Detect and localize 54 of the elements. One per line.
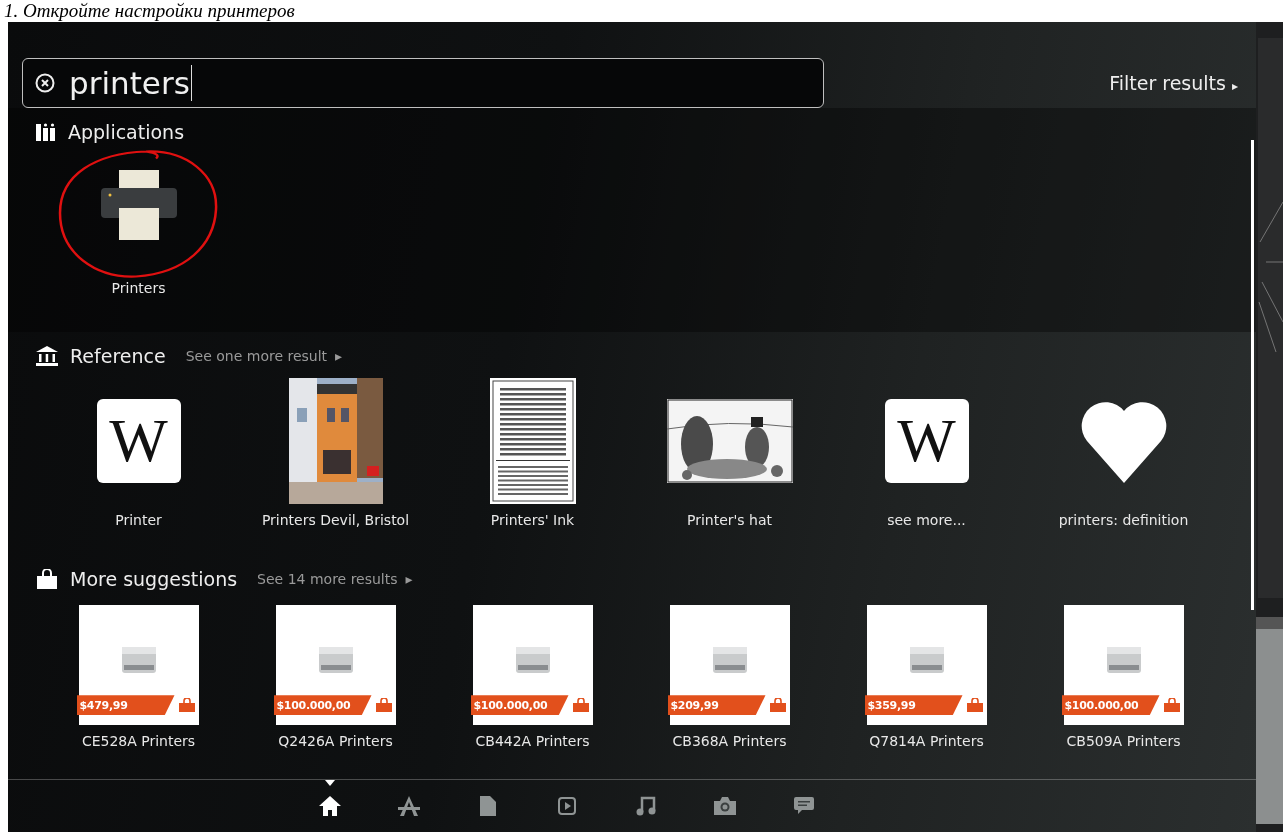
- product-label[interactable]: Q2426A Printers: [278, 733, 393, 750]
- section-title: Reference: [70, 344, 166, 367]
- home-icon: [319, 796, 341, 816]
- museum-icon: [36, 345, 58, 366]
- chat-bubble-icon: [794, 797, 814, 815]
- caption-text: 1. Откройте настройки принтеров: [4, 0, 295, 22]
- result-label[interactable]: see more...: [887, 511, 966, 528]
- product-card[interactable]: $479,99: [78, 605, 199, 726]
- product-label[interactable]: CB368A Printers: [672, 733, 787, 750]
- product-label[interactable]: CB442A Printers: [475, 733, 590, 750]
- product-label[interactable]: Q7814A Printers: [869, 733, 984, 750]
- product-label[interactable]: CE528A Printers: [81, 733, 196, 750]
- price-tag: $100.000,00: [470, 695, 569, 716]
- letter-a-icon: [398, 796, 420, 816]
- printer-icon: [100, 169, 177, 240]
- clear-icon[interactable]: [35, 72, 55, 93]
- shopping-bag-icon: [375, 698, 392, 713]
- product-card[interactable]: $100.000,00: [275, 605, 396, 726]
- shopping-bag-icon: [1163, 698, 1180, 713]
- wikipedia-logo: W: [96, 398, 181, 483]
- see-more-link[interactable]: See 14 more results ▸: [257, 571, 413, 588]
- product-card[interactable]: $209,99: [669, 605, 790, 726]
- result-label[interactable]: Printer: [115, 511, 162, 528]
- result-label[interactable]: Printer's hat: [686, 511, 773, 528]
- section-title: More suggestions: [70, 568, 238, 591]
- price-tag: $100.000,00: [273, 695, 372, 716]
- price-tag: $479,99: [76, 695, 175, 716]
- music-note-icon: [636, 796, 656, 816]
- product-card[interactable]: $100.000,00: [472, 605, 593, 726]
- wikipedia-logo: W: [884, 398, 969, 483]
- shopping-bag-icon: [966, 698, 983, 713]
- product-card[interactable]: $359,99: [866, 605, 987, 726]
- camera-icon: [714, 797, 736, 815]
- product-card[interactable]: $100.000,00: [1063, 605, 1184, 726]
- section-title: Applications: [68, 120, 185, 143]
- product-label[interactable]: CB509A Printers: [1066, 733, 1181, 750]
- shopping-bag-icon: [36, 569, 58, 590]
- result-label[interactable]: Printers Devil, Bristol: [261, 511, 410, 528]
- shopping-bag-icon: [572, 698, 589, 713]
- shopping-bag-icon: [769, 698, 786, 713]
- search-field[interactable]: printers: [22, 57, 824, 108]
- filter-results-link[interactable]: Filter results ▸: [1109, 71, 1238, 94]
- books-icon: [36, 122, 56, 141]
- price-tag: $209,99: [667, 695, 766, 716]
- search-text[interactable]: printers: [69, 64, 192, 101]
- shopping-bag-icon: [178, 698, 195, 713]
- file-icon: [480, 796, 496, 816]
- result-label[interactable]: Printers' Ink: [490, 511, 575, 528]
- app-label[interactable]: Printers: [111, 279, 166, 296]
- result-label[interactable]: printers: definition: [1058, 511, 1189, 528]
- see-more-link[interactable]: See one more result ▸: [185, 347, 343, 364]
- video-icon: [558, 797, 576, 815]
- price-tag: $359,99: [864, 695, 963, 716]
- price-tag: $100.000,00: [1061, 695, 1160, 716]
